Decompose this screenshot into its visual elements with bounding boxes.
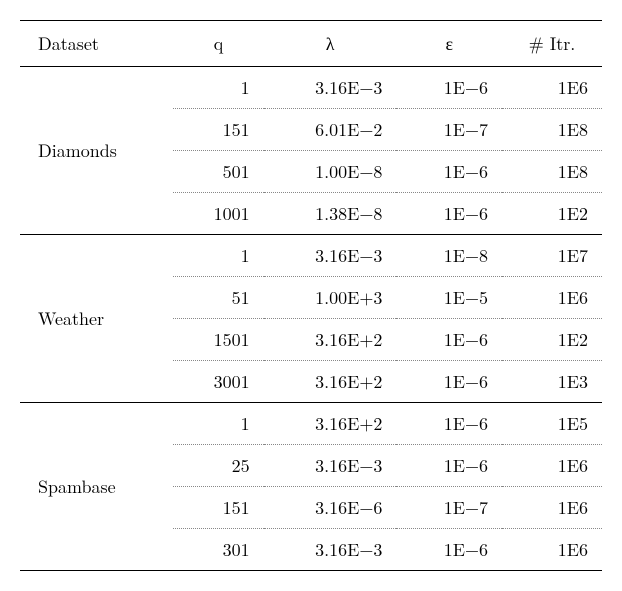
cell-eps: 1E−6	[396, 67, 502, 109]
header-q: q	[173, 21, 263, 67]
cell-itr: 1E3	[502, 361, 602, 403]
cell-eps: 1E−5	[396, 277, 502, 319]
cell-lambda: 3.16E−3	[264, 235, 397, 277]
cell-lambda: 3.16E+2	[264, 319, 397, 361]
header-row: Dataset q λ ε # Itr.	[20, 21, 602, 67]
cell-eps: 1E−6	[396, 445, 502, 487]
cell-eps: 1E−6	[396, 193, 502, 235]
cell-lambda: 1.00E−8	[264, 151, 397, 193]
cell-lambda: 3.16E−6	[264, 487, 397, 529]
header-lambda: λ	[264, 21, 397, 67]
cell-eps: 1E−7	[396, 109, 502, 151]
cell-itr: 1E2	[502, 193, 602, 235]
cell-lambda: 3.16E+2	[264, 403, 397, 445]
dataset-cell: Weather	[20, 235, 173, 403]
cell-eps: 1E−7	[396, 487, 502, 529]
cell-q: 301	[173, 529, 263, 571]
cell-itr: 1E6	[502, 277, 602, 319]
cell-q: 51	[173, 277, 263, 319]
header-dataset: Dataset	[20, 21, 173, 67]
cell-eps: 1E−6	[396, 529, 502, 571]
cell-lambda: 1.38E−8	[264, 193, 397, 235]
cell-lambda: 6.01E−2	[264, 109, 397, 151]
table-row: Diamonds 1 3.16E−3 1E−6 1E6	[20, 67, 602, 109]
cell-itr: 1E6	[502, 529, 602, 571]
cell-q: 1	[173, 403, 263, 445]
cell-itr: 1E6	[502, 445, 602, 487]
cell-lambda: 3.16E−3	[264, 529, 397, 571]
dataset-cell: Diamonds	[20, 67, 173, 235]
cell-eps: 1E−8	[396, 235, 502, 277]
cell-q: 1	[173, 235, 263, 277]
cell-eps: 1E−6	[396, 403, 502, 445]
table-body: Diamonds 1 3.16E−3 1E−6 1E6 151 6.01E−2 …	[20, 67, 602, 571]
cell-itr: 1E8	[502, 109, 602, 151]
cell-itr: 1E6	[502, 67, 602, 109]
cell-itr: 1E8	[502, 151, 602, 193]
cell-eps: 1E−6	[396, 361, 502, 403]
cell-q: 151	[173, 487, 263, 529]
cell-eps: 1E−6	[396, 151, 502, 193]
cell-itr: 1E6	[502, 487, 602, 529]
hyperparameter-table: Dataset q λ ε # Itr. Diamonds 1 3.16E−3 …	[20, 20, 602, 571]
cell-lambda: 3.16E−3	[264, 445, 397, 487]
dataset-cell: Spambase	[20, 403, 173, 571]
cell-q: 1501	[173, 319, 263, 361]
cell-q: 1	[173, 67, 263, 109]
table: Dataset q λ ε # Itr. Diamonds 1 3.16E−3 …	[20, 20, 602, 571]
cell-q: 3001	[173, 361, 263, 403]
cell-itr: 1E7	[502, 235, 602, 277]
cell-q: 1001	[173, 193, 263, 235]
header-itr: # Itr.	[502, 21, 602, 67]
cell-eps: 1E−6	[396, 319, 502, 361]
table-row: Spambase 1 3.16E+2 1E−6 1E5	[20, 403, 602, 445]
cell-itr: 1E5	[502, 403, 602, 445]
table-row: Weather 1 3.16E−3 1E−8 1E7	[20, 235, 602, 277]
cell-lambda: 1.00E+3	[264, 277, 397, 319]
cell-q: 501	[173, 151, 263, 193]
cell-lambda: 3.16E+2	[264, 361, 397, 403]
cell-itr: 1E2	[502, 319, 602, 361]
header-eps: ε	[396, 21, 502, 67]
cell-lambda: 3.16E−3	[264, 67, 397, 109]
cell-q: 151	[173, 109, 263, 151]
cell-q: 25	[173, 445, 263, 487]
